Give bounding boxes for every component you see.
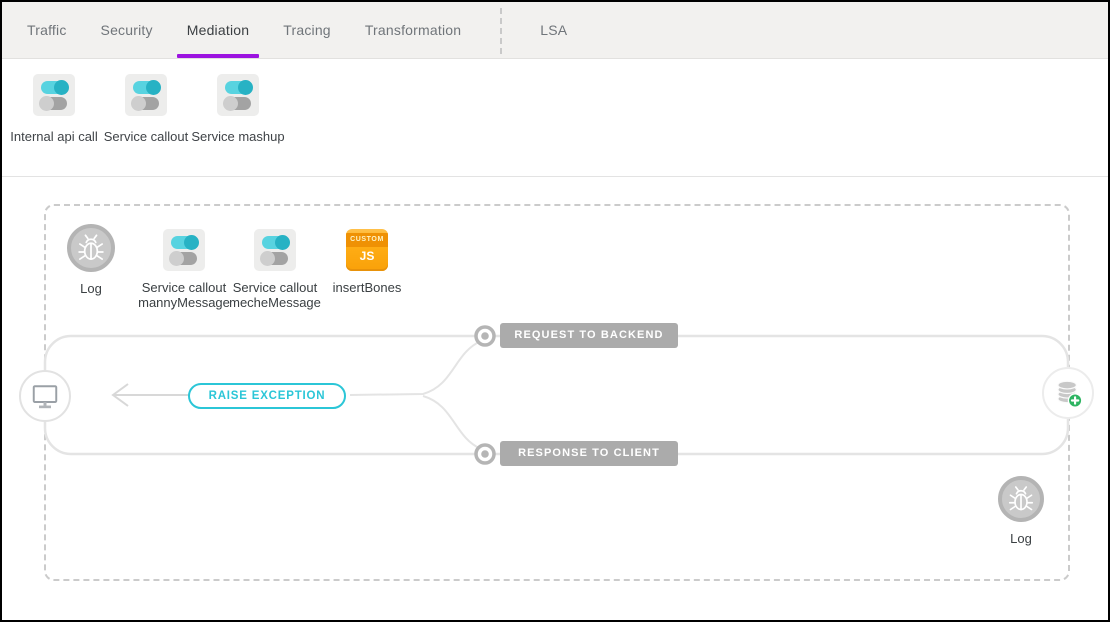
tab-lsa[interactable]: LSA (516, 2, 591, 58)
node-label: Service callout mecheMessage (229, 280, 321, 310)
add-badge-icon (1068, 394, 1081, 407)
request-to-backend-label[interactable]: REQUEST TO BACKEND (500, 323, 678, 348)
node-label: Log (1010, 531, 1032, 546)
tab-bar: Traffic Security Mediation Tracing Trans… (2, 2, 1108, 59)
toggle-switch-icon (217, 74, 259, 116)
palette-item-label: Service mashup (191, 129, 284, 144)
toggle-switch-icon (163, 229, 205, 271)
client-monitor-icon (27, 378, 63, 414)
flow-node-insertbones[interactable]: CUSTOM JS insertBones (322, 229, 412, 295)
backend-endpoint[interactable] (1042, 367, 1094, 419)
custom-js-icon: CUSTOM JS (346, 229, 388, 271)
flow-node-log-request[interactable]: Log (61, 224, 121, 296)
node-label: Service callout mannyMessage (138, 280, 230, 310)
toggle-switch-icon (125, 74, 167, 116)
palette-item-service-callout[interactable]: Service callout (100, 74, 192, 144)
tab-label: LSA (540, 22, 567, 38)
node-label: insertBones (333, 280, 402, 295)
toggle-switch-icon (254, 229, 296, 271)
flow-node-service-callout-mechemessage[interactable]: Service callout mecheMessage (225, 229, 325, 310)
tab-transformation[interactable]: Transformation (348, 2, 478, 58)
tab-label: Tracing (283, 22, 331, 38)
tab-security[interactable]: Security (84, 2, 170, 58)
tab-label: Transformation (365, 22, 461, 38)
node-label: Log (80, 281, 102, 296)
active-tab-underline (177, 54, 260, 58)
toggle-switch-icon (33, 74, 75, 116)
flow-canvas: Log Service callout mannyMessage Service… (2, 177, 1108, 620)
tab-label: Mediation (187, 22, 250, 38)
tab-group-divider (500, 8, 502, 54)
tab-label: Traffic (27, 22, 67, 38)
tab-label: Security (101, 22, 153, 38)
bug-icon (67, 224, 115, 272)
palette-item-label: Internal api call (10, 129, 97, 144)
backend-database-add-icon (1048, 373, 1088, 413)
tab-traffic[interactable]: Traffic (10, 2, 84, 58)
mediation-policy-palette: Internal api call Service callout Servic… (2, 59, 1108, 177)
response-to-client-label[interactable]: RESPONSE TO CLIENT (500, 441, 678, 466)
bug-icon (998, 476, 1044, 522)
flow-node-service-callout-mannymessage[interactable]: Service callout mannyMessage (134, 229, 234, 310)
palette-item-service-mashup[interactable]: Service mashup (192, 74, 284, 144)
raise-exception-label[interactable]: RAISE EXCEPTION (188, 383, 346, 409)
palette-item-label: Service callout (104, 129, 189, 144)
palette-item-internal-api-call[interactable]: Internal api call (8, 74, 100, 144)
app-window: Traffic Security Mediation Tracing Trans… (0, 0, 1110, 622)
flow-node-log-response[interactable]: Log (991, 476, 1051, 546)
tab-mediation[interactable]: Mediation (170, 2, 267, 58)
tab-tracing[interactable]: Tracing (266, 2, 348, 58)
client-endpoint[interactable] (19, 370, 71, 422)
